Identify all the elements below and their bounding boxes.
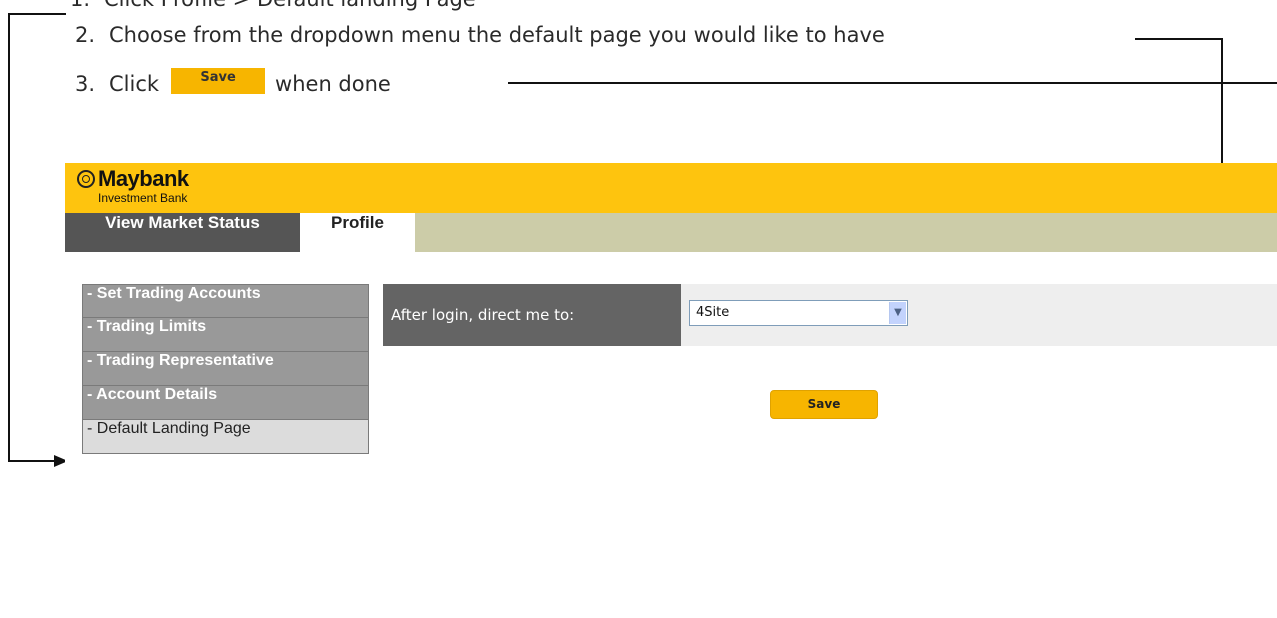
tab-profile[interactable]: Profile: [300, 213, 415, 252]
tab-bar: View Market Status Profile: [65, 213, 1277, 252]
connector-line: [8, 13, 42, 15]
inline-save-button-image: Save: [171, 68, 266, 94]
tab-view-market-status[interactable]: View Market Status: [65, 213, 300, 252]
select-value: 4Site: [696, 305, 730, 320]
connector-line: [42, 13, 66, 15]
profile-sidebar: - Set Trading Accounts - Trading Limits …: [82, 284, 369, 454]
header-banner: Maybank Investment Bank: [65, 163, 1277, 213]
landing-page-form-row: After login, direct me to: 4Site ▼: [383, 284, 1277, 346]
chevron-down-icon[interactable]: ▼: [889, 302, 906, 324]
logo-subtitle: Investment Bank: [98, 191, 188, 205]
app-screenshot: Maybank Investment Bank View Market Stat…: [65, 163, 1277, 618]
sidebar-item-trading-limits[interactable]: - Trading Limits: [82, 318, 369, 352]
sidebar-item-trading-representative[interactable]: - Trading Representative: [82, 352, 369, 386]
step-text: Choose from the dropdown menu the defaul…: [109, 23, 885, 47]
connector-line: [8, 460, 56, 462]
step-prefix: Click: [109, 72, 160, 96]
step-text: Click Profile > Default landing Page: [104, 0, 476, 11]
connector-line: [508, 82, 1277, 84]
landing-page-label: After login, direct me to:: [383, 284, 681, 346]
connector-line: [8, 13, 10, 462]
sidebar-item-set-trading-accounts[interactable]: - Set Trading Accounts: [82, 284, 369, 318]
connector-line: [1135, 38, 1223, 40]
instruction-step-1: 1.Click Profile > Default landing Page: [70, 0, 476, 10]
tiger-emblem-icon: [77, 170, 95, 188]
logo-name: Maybank: [98, 166, 189, 191]
step-number: 2.: [75, 23, 96, 47]
save-button[interactable]: Save: [770, 390, 878, 419]
landing-page-select[interactable]: 4Site ▼: [689, 300, 908, 326]
instruction-step-3: 3. Click Save when done: [75, 68, 391, 98]
step-number: 1.: [70, 0, 104, 10]
step-suffix: when done: [275, 72, 391, 96]
sidebar-item-account-details[interactable]: - Account Details: [82, 386, 369, 420]
instruction-step-2: 2. Choose from the dropdown menu the defa…: [75, 25, 885, 46]
step-number: 3.: [75, 72, 96, 96]
sidebar-item-default-landing-page[interactable]: - Default Landing Page: [82, 420, 369, 454]
